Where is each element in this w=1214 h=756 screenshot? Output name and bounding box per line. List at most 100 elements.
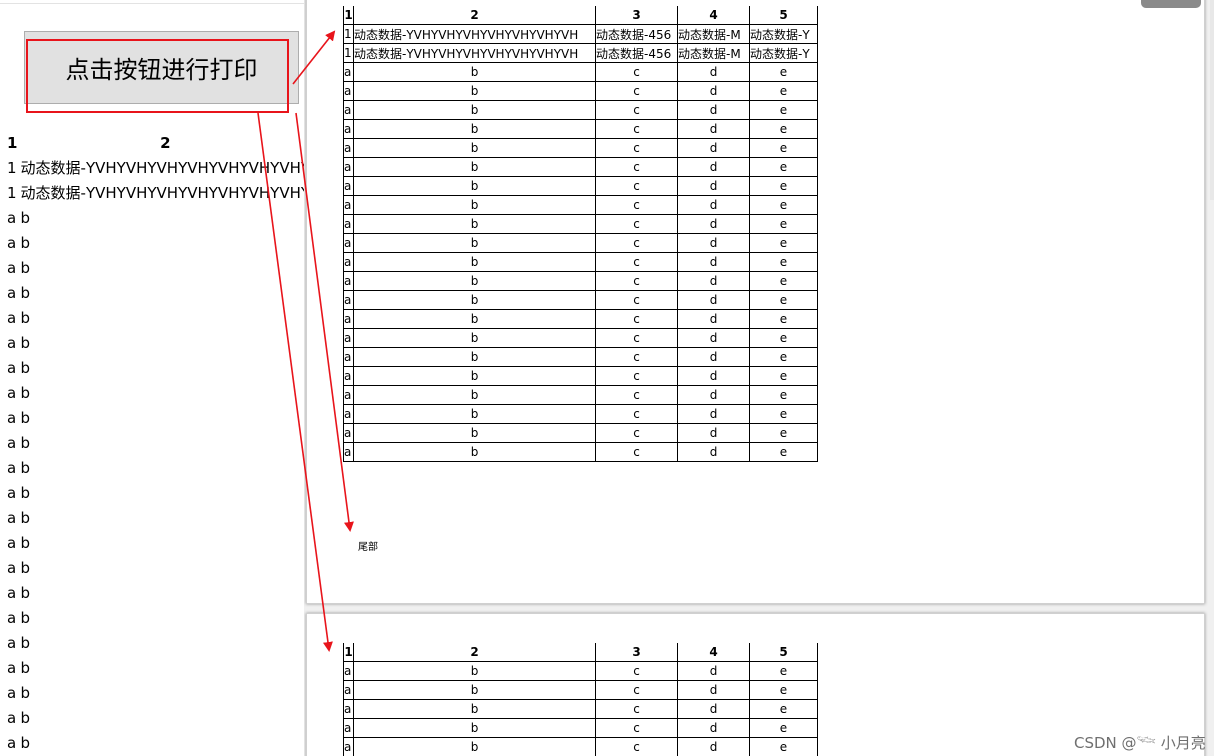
preview-cell: e <box>749 62 818 82</box>
preview-cell: c <box>595 309 678 329</box>
preview-cell: d <box>677 157 750 177</box>
preview-cell: c <box>595 718 678 738</box>
table-row: ab <box>7 580 304 605</box>
preview-cell: e <box>749 699 818 719</box>
table-cell: a <box>7 208 17 227</box>
preview-cell: a <box>343 309 354 329</box>
table-cell: a <box>7 583 17 602</box>
preview-cell: b <box>353 385 596 405</box>
preview-cell: a <box>343 138 354 158</box>
preview-cell: a <box>343 423 354 443</box>
preview-cell: b <box>353 309 596 329</box>
table-cell: a <box>7 533 17 552</box>
table-cell: a <box>7 258 17 277</box>
preview-cell: a <box>343 214 354 234</box>
preview-cell: d <box>677 252 750 272</box>
preview-cell: e <box>749 442 818 462</box>
preview-cell: c <box>595 252 678 272</box>
table-cell: b <box>20 633 31 652</box>
preview-cell: 动态数据-456 <box>595 24 678 44</box>
preview-row: abcde <box>343 157 818 177</box>
table-row: ab <box>7 730 304 755</box>
preview-cell: b <box>353 252 596 272</box>
preview-cell: 动态数据-YVHYVHYVHYVHYVHYVHYVH <box>353 24 596 44</box>
table-row: ab <box>7 380 304 405</box>
preview-cell: b <box>353 404 596 424</box>
preview-cell: d <box>677 62 750 82</box>
preview-cell: d <box>677 423 750 443</box>
preview-row: abcde <box>343 347 818 367</box>
print-preview[interactable]: 1 2 3 4 5 1 动态数据-YVHYVHYVHYVHYVHYVHYVH 动态数… <box>304 0 1214 756</box>
preview-cell: d <box>677 138 750 158</box>
table-cell: a <box>7 458 17 477</box>
table-cell: a <box>7 408 17 427</box>
preview-row: abcde <box>343 214 818 234</box>
table-cell: 1 <box>7 158 17 177</box>
preview-cell: d <box>677 737 750 756</box>
table-cell: b <box>20 383 31 402</box>
preview-cell: d <box>677 290 750 310</box>
preview-cell: a <box>343 119 354 139</box>
preview-cell: c <box>595 442 678 462</box>
table-cell: b <box>20 708 31 727</box>
top-divider <box>0 3 304 4</box>
preview-cell: d <box>677 347 750 367</box>
preview-row: 1 动态数据-YVHYVHYVHYVHYVHYVHYVH 动态数据-456 动态数据-… <box>343 24 818 44</box>
preview-cell: c <box>595 138 678 158</box>
preview-page-1: 1 2 3 4 5 1 动态数据-YVHYVHYVHYVHYVHYVHYVH 动态数… <box>306 0 1205 604</box>
watermark: CSDN @𓆝 小月亮 <box>1074 734 1206 752</box>
preview-row: abcde <box>343 404 818 424</box>
preview-cell: b <box>353 737 596 756</box>
preview-header-cell: 2 <box>353 643 596 662</box>
preview-cell: d <box>677 385 750 405</box>
preview-row: abcde <box>343 176 818 196</box>
table-row: ab <box>7 655 304 680</box>
table-cell: b <box>20 608 31 627</box>
preview-scroll-thumb[interactable] <box>1141 0 1201 8</box>
preview-row: abcde <box>343 328 818 348</box>
preview-row: abcde <box>343 661 818 681</box>
table-cell: a <box>7 233 17 252</box>
preview-cell: e <box>749 290 818 310</box>
table-cell: 动态数据-YVHYVHYVHYVHYVHYVHYVHY <box>20 184 304 202</box>
table-cell: b <box>20 208 31 227</box>
table-cell: 1 <box>7 183 17 202</box>
table-cell: 动态数据-YVHYVHYVHYVHYVHYVHYVHY <box>20 159 304 177</box>
table-cell: a <box>7 333 17 352</box>
preview-cell: a <box>343 290 354 310</box>
preview-cell: c <box>595 271 678 291</box>
preview-cell: b <box>353 195 596 215</box>
preview-cell: a <box>343 366 354 386</box>
preview-cell: b <box>353 442 596 462</box>
print-button[interactable]: 点击按钮进行打印 <box>24 31 299 104</box>
preview-cell: b <box>353 328 596 348</box>
preview-cell: d <box>677 680 750 700</box>
table-row: 1 动态数据-YVHYVHYVHYVHYVHYVHYVHY <box>7 155 304 180</box>
preview-cell: d <box>677 214 750 234</box>
preview-cell: 动态数据-M <box>677 43 750 63</box>
preview-cell: a <box>343 661 354 681</box>
preview-cell: b <box>353 62 596 82</box>
table-row: ab <box>7 430 304 455</box>
preview-cell: a <box>343 737 354 756</box>
table-cell: b <box>20 283 31 302</box>
table-row: ab <box>7 555 304 580</box>
preview-scrollbar[interactable] <box>1210 0 1214 200</box>
preview-cell: a <box>343 176 354 196</box>
preview-cell: e <box>749 119 818 139</box>
page-footer: 尾部 <box>358 542 378 553</box>
preview-cell: d <box>677 100 750 120</box>
table-header-row: 1 2 <box>7 130 304 155</box>
preview-row: abcde <box>343 442 818 462</box>
preview-row: abcde <box>343 62 818 82</box>
preview-cell: d <box>677 661 750 681</box>
preview-cell: c <box>595 661 678 681</box>
table-row: ab <box>7 680 304 705</box>
preview-cell: b <box>353 347 596 367</box>
preview-cell: e <box>749 195 818 215</box>
preview-cell: b <box>353 423 596 443</box>
preview-cell: a <box>343 699 354 719</box>
preview-cell: c <box>595 347 678 367</box>
preview-cell: b <box>353 680 596 700</box>
table-cell: b <box>20 308 31 327</box>
